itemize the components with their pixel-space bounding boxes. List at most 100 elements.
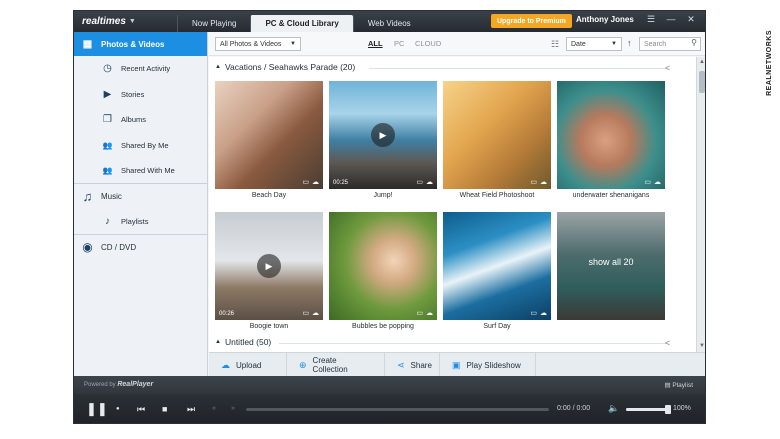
upgrade-button[interactable]: Upgrade to Premium	[491, 14, 572, 28]
app-logo[interactable]: realtimes ▼	[82, 16, 177, 27]
thumb-badges: ▭ ☁	[530, 309, 547, 317]
sidebar-item-recent-activity[interactable]: ◷ Recent Activity	[74, 56, 207, 82]
scroll-down-icon[interactable]: ▼	[699, 343, 705, 349]
collapse-arrow-icon: ▲	[215, 64, 221, 70]
menu-icon[interactable]: ☰	[644, 14, 658, 25]
volume-knob[interactable]	[665, 405, 671, 414]
cloud-icon: ☁	[426, 179, 433, 186]
playlist-label: Playlist	[672, 382, 693, 389]
thumbnail-caption: Bubbles be popping	[352, 323, 414, 330]
thumbnail-caption: underwater shenanigans	[572, 192, 650, 199]
thumbnail-beach-day[interactable]: ▭ ☁	[215, 81, 323, 189]
app-window: realtimes ▼ Now Playing PC & Cloud Libra…	[73, 10, 706, 424]
source-pc[interactable]: PC	[394, 39, 404, 48]
pause-button[interactable]: ❚❚	[86, 401, 108, 417]
video-duration: 00:25	[333, 180, 349, 186]
video-duration: 00:26	[219, 311, 235, 317]
source-all[interactable]: ALL	[368, 39, 383, 48]
clock-icon: ◷	[103, 63, 112, 75]
logo-text: realtimes	[82, 16, 126, 27]
thumbnail-show-all[interactable]: show all 20	[557, 212, 665, 320]
action-label: Create Collection	[312, 356, 348, 374]
thumbnail-bubbles[interactable]: ▭ ☁	[329, 212, 437, 320]
next-button[interactable]: ⏭	[187, 404, 195, 415]
shared-by-me-icon: 👥	[102, 140, 113, 150]
cloud-icon: ☁	[312, 310, 319, 317]
section-header[interactable]: ▲ Vacations / Seahawks Parade (20)	[215, 62, 355, 72]
section-share-icon[interactable]: <	[665, 338, 670, 348]
type-filter-select[interactable]: All Photos & Videos ▼	[215, 37, 301, 51]
play-icon[interactable]: ▶	[371, 123, 395, 147]
thumbnail-caption: Boogie town	[249, 323, 289, 330]
search-icon: ⚲	[691, 38, 697, 47]
pc-icon: ▭	[302, 179, 309, 186]
thumbnail-wheat-field[interactable]: ▭ ☁	[443, 81, 551, 189]
thumbnail-boogie-town[interactable]: ▶ 00:26 ▭ ☁	[215, 212, 323, 320]
sidebar-item-label: Albums	[121, 115, 147, 125]
thumbnail-caption: Surf Day	[483, 323, 511, 330]
collapse-arrow-icon: ▲	[215, 339, 221, 345]
source-cloud[interactable]: CLOUD	[415, 39, 441, 48]
sidebar-item-photos-videos[interactable]: ▦ Photos & Videos	[74, 32, 207, 56]
cloud-icon: ☁	[312, 179, 319, 186]
thumbnail-surf-day[interactable]: ▭ ☁	[443, 212, 551, 320]
previous-button[interactable]: ⏮	[137, 404, 145, 415]
seek-bar[interactable]	[246, 408, 549, 411]
sidebar-item-label: Music	[101, 191, 122, 201]
rewind-button[interactable]: «	[212, 405, 216, 412]
chevron-down-icon: ▼	[290, 41, 296, 47]
type-filter-value: All Photos & Videos	[220, 40, 282, 48]
playlist-toggle[interactable]: ▤ Playlist	[664, 381, 693, 389]
list-view-icon[interactable]: ☷	[551, 39, 559, 50]
stop-button[interactable]: ■	[162, 404, 167, 414]
main-tabs: Now Playing PC & Cloud Library Web Video…	[177, 11, 425, 32]
cloud-icon: ☁	[426, 310, 433, 317]
show-all-label: show all 20	[588, 257, 634, 267]
thumbnail-caption: Wheat Field Photoshoot	[459, 192, 535, 199]
albums-icon: ❐	[103, 114, 112, 126]
sidebar-item-stories[interactable]: ▶ Stories	[74, 82, 207, 108]
create-collection-button[interactable]: ⊕ Create Collection	[287, 353, 385, 377]
sort-select[interactable]: Date ▼	[566, 37, 622, 51]
section-header[interactable]: ▲ Untitled (50)	[215, 337, 271, 347]
upload-button[interactable]: ☁ Upload	[209, 353, 287, 377]
sidebar-item-label: Photos & Videos	[101, 39, 165, 49]
thumbnail-caption: Jump!	[373, 192, 393, 199]
sidebar-item-label: CD / DVD	[101, 242, 137, 252]
sidebar-item-playlists[interactable]: ♪ Playlists	[74, 209, 207, 235]
play-icon[interactable]: ▶	[257, 254, 281, 278]
share-button[interactable]: ⋖ Share	[385, 353, 440, 377]
vertical-scrollbar[interactable]: ▲ ▼	[696, 57, 705, 352]
cloud-icon: ☁	[654, 179, 661, 186]
sidebar-item-shared-by-me[interactable]: 👥 Shared By Me	[74, 133, 207, 159]
volume-icon[interactable]: 🔈	[608, 403, 619, 414]
pc-icon: ▭	[416, 310, 423, 317]
thumb-badges: ▭ ☁	[302, 178, 319, 186]
minimize-icon[interactable]: —	[664, 14, 678, 24]
volume-slider[interactable]	[626, 405, 671, 414]
scroll-thumb[interactable]	[699, 71, 705, 93]
sidebar-item-cd-dvd[interactable]: ◉ CD / DVD	[74, 235, 207, 261]
status-bar: Powered by RealPlayer ▤ Playlist	[74, 376, 705, 394]
time-display: 0:00 / 0:00	[557, 405, 591, 412]
sidebar-item-music[interactable]: ♫ Music	[74, 184, 207, 210]
thumbnail-underwater[interactable]: ▭ ☁	[557, 81, 665, 189]
user-name[interactable]: Anthony Jones	[576, 15, 634, 24]
fast-forward-button[interactable]: »	[231, 405, 235, 412]
sort-direction-icon[interactable]: ↑	[627, 38, 632, 48]
close-icon[interactable]: ✕	[684, 14, 698, 25]
search-input[interactable]: Search ⚲	[639, 37, 701, 51]
tab-library[interactable]: PC & Cloud Library	[250, 15, 353, 32]
scroll-up-icon[interactable]: ▲	[699, 59, 705, 65]
play-slideshow-button[interactable]: ▣ Play Slideshow	[440, 353, 536, 377]
action-bar: ☁ Upload ⊕ Create Collection ⋖ Share ▣ P…	[209, 352, 705, 377]
section-share-icon[interactable]: <	[665, 63, 670, 73]
tab-web-videos[interactable]: Web Videos	[352, 15, 425, 32]
sidebar-item-albums[interactable]: ❐ Albums	[74, 107, 207, 133]
thumbnail-jump[interactable]: ▶ 00:25 ▭ ☁	[329, 81, 437, 189]
record-button[interactable]: ●	[116, 406, 120, 412]
share-icon: ⋖	[397, 359, 405, 370]
tab-now-playing[interactable]: Now Playing	[177, 15, 250, 32]
add-icon: ⊕	[299, 359, 307, 370]
sidebar-item-shared-with-me[interactable]: 👥 Shared With Me	[74, 158, 207, 184]
